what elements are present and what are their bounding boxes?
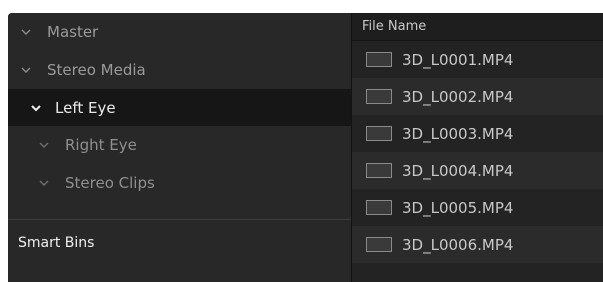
file-name: 3D_L0002.MP4: [402, 87, 514, 106]
file-row[interactable]: 3D_L0001.MP4: [352, 41, 603, 78]
video-clip-icon: [366, 52, 392, 67]
bin-divider: [8, 219, 351, 220]
file-name: 3D_L0001.MP4: [402, 50, 514, 69]
chevron-down-icon[interactable]: [20, 65, 32, 75]
video-clip-icon: [366, 163, 392, 178]
bin-item-stereo-clips[interactable]: Stereo Clips: [8, 164, 351, 201]
bin-item-left-eye[interactable]: Left Eye: [8, 89, 351, 126]
chevron-down-icon[interactable]: [38, 178, 50, 188]
video-clip-icon: [366, 200, 392, 215]
bin-item-label: Stereo Media: [47, 60, 146, 79]
chevron-down-icon[interactable]: [30, 103, 42, 113]
chevron-down-icon[interactable]: [38, 140, 50, 150]
file-name: 3D_L0003.MP4: [402, 124, 514, 143]
file-row[interactable]: 3D_L0005.MP4: [352, 189, 603, 226]
video-clip-icon: [366, 126, 392, 141]
file-name: 3D_L0005.MP4: [402, 198, 514, 217]
bin-item-label: Left Eye: [55, 98, 116, 117]
bin-item-master[interactable]: Master: [8, 13, 351, 50]
bin-item-stereo-media[interactable]: Stereo Media: [8, 51, 351, 88]
video-clip-icon: [366, 89, 392, 104]
file-row[interactable]: 3D_L0002.MP4: [352, 78, 603, 115]
video-clip-icon: [366, 237, 392, 252]
bin-item-label: Master: [47, 22, 99, 41]
media-pool-panel: Master Stereo Media Left Eye Right Eye S: [8, 13, 603, 282]
smart-bins-header[interactable]: Smart Bins: [18, 235, 94, 251]
file-row[interactable]: 3D_L0006.MP4: [352, 226, 603, 263]
bin-item-label: Right Eye: [65, 135, 137, 154]
file-name: 3D_L0006.MP4: [402, 235, 514, 254]
file-name: 3D_L0004.MP4: [402, 161, 514, 180]
file-row[interactable]: 3D_L0003.MP4: [352, 115, 603, 152]
chevron-down-icon[interactable]: [20, 27, 32, 37]
bin-list: Master Stereo Media Left Eye Right Eye S: [8, 13, 351, 282]
file-list: File Name 3D_L0001.MP4 3D_L0002.MP4 3D_L…: [352, 13, 603, 282]
bin-item-label: Stereo Clips: [65, 173, 155, 192]
bin-item-right-eye[interactable]: Right Eye: [8, 126, 351, 163]
file-row[interactable]: 3D_L0004.MP4: [352, 152, 603, 189]
column-header-file-name[interactable]: File Name: [352, 13, 603, 41]
